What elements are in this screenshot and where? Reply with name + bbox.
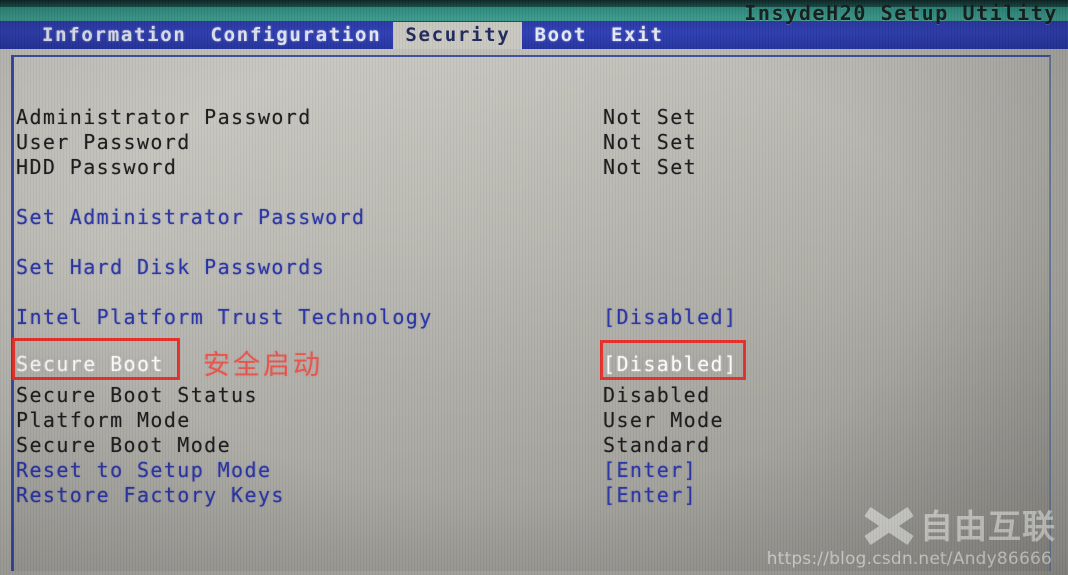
setting-value-secure-boot-status[interactable]: Disabled [603,383,711,408]
setting-value-reset-to-setup-mode[interactable]: [Enter] [603,458,697,483]
setting-value-intel-platform-trust-technology[interactable]: [Disabled] [603,305,737,330]
setting-label-secure-boot-status: Secure Boot Status [16,383,258,407]
setting-row-user-password[interactable]: User Password Not Set [0,130,1068,155]
settings-list: Administrator Password Not Set User Passwo… [0,0,1068,575]
setting-label-secure-boot: Secure Boot [16,352,164,376]
setting-value-user-password[interactable]: Not Set [603,130,697,155]
setting-value-secure-boot-mode[interactable]: Standard [603,433,711,458]
setting-label-restore-factory-keys: Restore Factory Keys [16,483,285,507]
setting-label-reset-to-setup-mode: Reset to Setup Mode [16,458,272,482]
setting-label-hdd-password: HDD Password [16,155,178,179]
setting-label-user-password: User Password [16,130,191,154]
bios-setup-screen: InsydeH20 Setup Utility Information Confi… [0,0,1068,575]
setting-label-set-hard-disk-passwords: Set Hard Disk Passwords [16,255,326,279]
setting-row-intel-platform-trust-technology[interactable]: Intel Platform Trust Technology [Disabled… [0,305,1068,330]
setting-value-restore-factory-keys[interactable]: [Enter] [603,483,697,508]
setting-value-secure-boot[interactable]: [Disabled] [603,352,737,377]
setting-label-set-administrator-password: Set Administrator Password [16,205,366,229]
setting-value-hdd-password[interactable]: Not Set [603,155,697,180]
setting-row-reset-to-setup-mode[interactable]: Reset to Setup Mode [Enter] [0,458,1068,483]
setting-row-set-hard-disk-passwords[interactable]: Set Hard Disk Passwords [0,255,1068,280]
setting-label-intel-platform-trust-technology: Intel Platform Trust Technology [16,305,433,329]
setting-row-secure-boot-mode[interactable]: Secure Boot Mode Standard [0,433,1068,458]
setting-row-restore-factory-keys[interactable]: Restore Factory Keys [Enter] [0,483,1068,508]
annotation-chinese-note: 安全启动 [203,350,323,381]
setting-value-platform-mode[interactable]: User Mode [603,408,724,433]
setting-label-platform-mode: Platform Mode [16,408,191,432]
setting-row-platform-mode[interactable]: Platform Mode User Mode [0,408,1068,433]
setting-label-secure-boot-mode: Secure Boot Mode [16,433,232,457]
setting-row-secure-boot-status[interactable]: Secure Boot Status Disabled [0,383,1068,408]
setting-row-set-administrator-password[interactable]: Set Administrator Password [0,205,1068,230]
setting-label-administrator-password: Administrator Password [16,105,312,129]
setting-value-administrator-password[interactable]: Not Set [603,105,697,130]
setting-row-secure-boot[interactable]: Secure Boot [Disabled] [0,352,1068,377]
setting-row-hdd-password[interactable]: HDD Password Not Set [0,155,1068,180]
setting-row-administrator-password[interactable]: Administrator Password Not Set [0,105,1068,130]
